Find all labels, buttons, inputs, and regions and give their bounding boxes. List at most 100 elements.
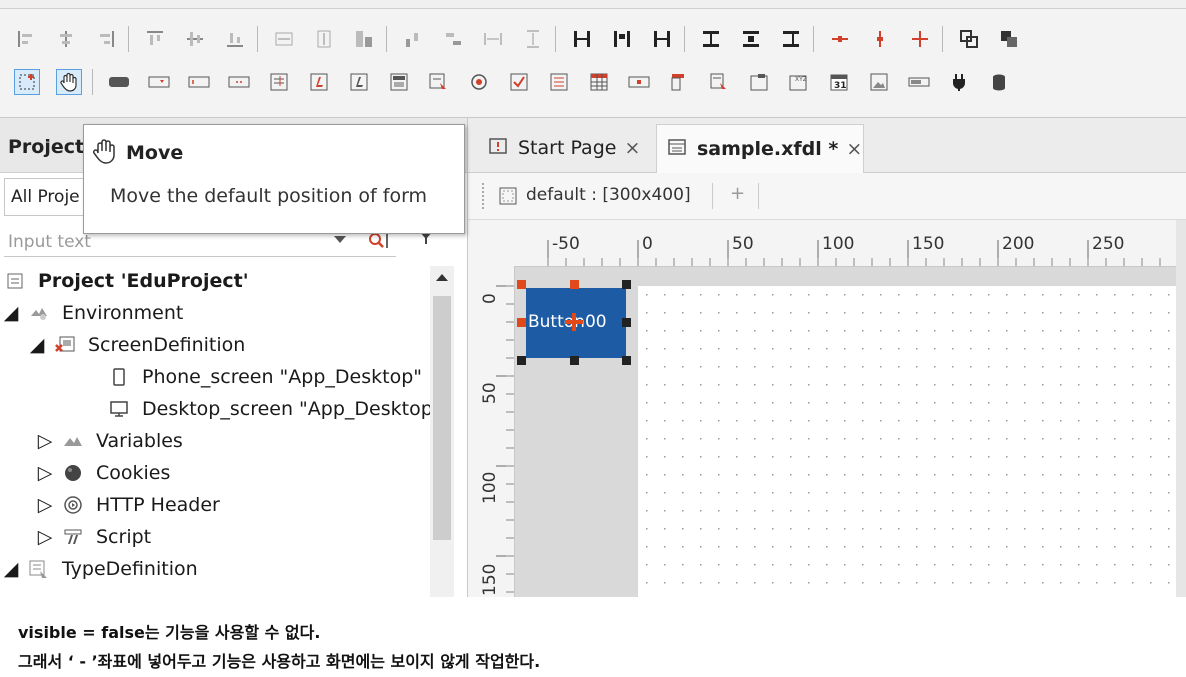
label-comp-icon[interactable] xyxy=(307,70,331,94)
radio-comp-icon[interactable] xyxy=(427,70,451,94)
resize-handle[interactable] xyxy=(622,356,631,365)
form-file-icon xyxy=(667,137,687,162)
progress-comp-icon[interactable] xyxy=(907,70,931,94)
anchor-middle-icon[interactable] xyxy=(739,27,763,51)
calendar-comp-icon[interactable] xyxy=(387,70,411,94)
project-icon xyxy=(4,270,26,292)
expanded-triangle-icon[interactable]: ◢ xyxy=(4,558,19,580)
select-icon[interactable] xyxy=(14,69,40,95)
toolbar-separator xyxy=(813,26,814,52)
dataset-comp-icon[interactable] xyxy=(987,70,1011,94)
tree-node-script[interactable]: ▷ Script xyxy=(38,522,151,552)
grow-all-icon[interactable] xyxy=(908,27,932,51)
anchor-bottom-icon[interactable] xyxy=(779,27,803,51)
distribute-h-icon[interactable] xyxy=(401,27,425,51)
tree-node-label: Script xyxy=(96,526,152,548)
same-height-icon[interactable] xyxy=(312,27,336,51)
tree-node-desktop-screen[interactable]: Desktop_screen "App_Desktop xyxy=(108,394,433,424)
scrollbar-thumb[interactable] xyxy=(433,296,451,540)
tree-node-http-header[interactable]: ▷ HTTP Header xyxy=(38,490,220,520)
anchor-right-icon[interactable] xyxy=(650,27,674,51)
search-dropdown-icon[interactable] xyxy=(334,236,346,243)
tree-node-cookies[interactable]: ▷ Cookies xyxy=(38,458,171,488)
collapsed-triangle-icon[interactable]: ▷ xyxy=(38,462,53,484)
anchor-center-icon[interactable] xyxy=(610,27,634,51)
date-comp-icon[interactable]: 31 xyxy=(827,70,851,94)
resize-handle[interactable] xyxy=(570,356,579,365)
collapsed-triangle-icon[interactable]: ▷ xyxy=(38,526,53,548)
ruler-label: 50 xyxy=(732,234,754,254)
tree-node-screendefinition[interactable]: ◢ ScreenDefinition xyxy=(30,330,246,360)
button00-component[interactable]: Button00 xyxy=(526,288,626,358)
canvas-scrollbar[interactable] xyxy=(1176,220,1186,597)
tab-close-icon[interactable]: × xyxy=(624,137,640,159)
align-right-icon[interactable] xyxy=(94,27,118,51)
same-width-icon[interactable] xyxy=(272,27,296,51)
expanded-triangle-icon[interactable]: ◢ xyxy=(30,334,45,356)
grid-comp-icon[interactable] xyxy=(587,70,611,94)
tab-sample-xfdl[interactable]: sample.xfdl * × xyxy=(656,124,864,173)
static-comp-icon[interactable] xyxy=(347,70,371,94)
tree-node-phone-screen[interactable]: Phone_screen "App_Desktop" xyxy=(108,362,422,392)
tab-start-page[interactable]: Start Page × xyxy=(478,124,656,172)
tree-node-environment[interactable]: ◢ Environment xyxy=(4,298,184,328)
menu-comp-icon[interactable] xyxy=(667,70,691,94)
collapsed-triangle-icon[interactable]: ▷ xyxy=(38,430,53,452)
expanded-triangle-icon[interactable]: ◢ xyxy=(4,302,19,324)
resize-handle[interactable] xyxy=(622,280,631,289)
ruler-ticks xyxy=(496,285,514,593)
button-comp-icon[interactable] xyxy=(107,70,131,94)
listbox-comp-icon[interactable] xyxy=(547,70,571,94)
move-hand-icon[interactable] xyxy=(56,69,82,95)
shrink-h-icon[interactable] xyxy=(828,27,852,51)
radiobutton-comp-icon[interactable] xyxy=(467,70,491,94)
ruler-label: 100 xyxy=(480,471,500,504)
div-comp-icon[interactable] xyxy=(747,70,771,94)
collapsed-triangle-icon[interactable]: ▷ xyxy=(38,494,53,516)
tree-node-label: Environment xyxy=(62,302,184,324)
resize-handle[interactable] xyxy=(517,318,526,327)
tree-node-typedefinition[interactable]: ◢ TypeDefinition xyxy=(4,554,198,584)
tree-node-variables[interactable]: ▷ Variables xyxy=(38,426,183,456)
resize-handle[interactable] xyxy=(517,356,526,365)
send-back-icon[interactable] xyxy=(997,27,1021,51)
tree-node-label: HTTP Header xyxy=(96,494,220,516)
resize-handle[interactable] xyxy=(517,280,526,289)
plugin-comp-icon[interactable] xyxy=(947,70,971,94)
grip-handle[interactable] xyxy=(482,183,486,209)
space-v-icon[interactable] xyxy=(521,27,545,51)
align-bottom-icon[interactable] xyxy=(223,27,247,51)
align-middle-icon[interactable] xyxy=(183,27,207,51)
add-layout-button[interactable]: + xyxy=(730,183,745,204)
tab-close-icon[interactable]: × xyxy=(846,138,862,160)
checkbox-comp-icon[interactable] xyxy=(507,70,531,94)
anchor-top-icon[interactable] xyxy=(699,27,723,51)
combo-comp-icon[interactable] xyxy=(147,70,171,94)
align-top-icon[interactable] xyxy=(143,27,167,51)
distribute-v-icon[interactable] xyxy=(441,27,465,51)
edit-comp-icon[interactable] xyxy=(187,70,211,94)
same-size-icon[interactable] xyxy=(352,27,376,51)
groupbox-comp-icon[interactable]: XYZ xyxy=(787,70,811,94)
align-left-icon[interactable] xyxy=(14,27,38,51)
anchor-left-icon[interactable] xyxy=(570,27,594,51)
toolbar-separator xyxy=(386,26,387,52)
textarea-comp-icon[interactable] xyxy=(267,70,291,94)
image-comp-icon[interactable] xyxy=(867,70,891,94)
ruler-label: 0 xyxy=(480,293,500,304)
resize-handle[interactable] xyxy=(622,318,631,327)
maskedit-comp-icon[interactable] xyxy=(627,70,651,94)
scroll-up-icon[interactable] xyxy=(436,274,448,281)
tree-scrollbar[interactable] xyxy=(430,266,454,597)
form-layout-label[interactable]: default : [300x400] xyxy=(526,185,691,205)
design-canvas[interactable]: -50 0 50 100 150 200 250 0 50 100 150 Bu xyxy=(468,220,1186,597)
tab-comp-icon[interactable] xyxy=(707,70,731,94)
grow-v-icon[interactable] xyxy=(868,27,892,51)
space-h-icon[interactable] xyxy=(481,27,505,51)
spin-comp-icon[interactable] xyxy=(227,70,251,94)
resize-handle[interactable] xyxy=(570,280,579,289)
form-surface[interactable] xyxy=(638,286,1178,597)
bring-front-icon[interactable] xyxy=(957,27,981,51)
align-center-icon[interactable] xyxy=(54,27,78,51)
tree-node-project[interactable]: Project 'EduProject' xyxy=(4,266,249,296)
